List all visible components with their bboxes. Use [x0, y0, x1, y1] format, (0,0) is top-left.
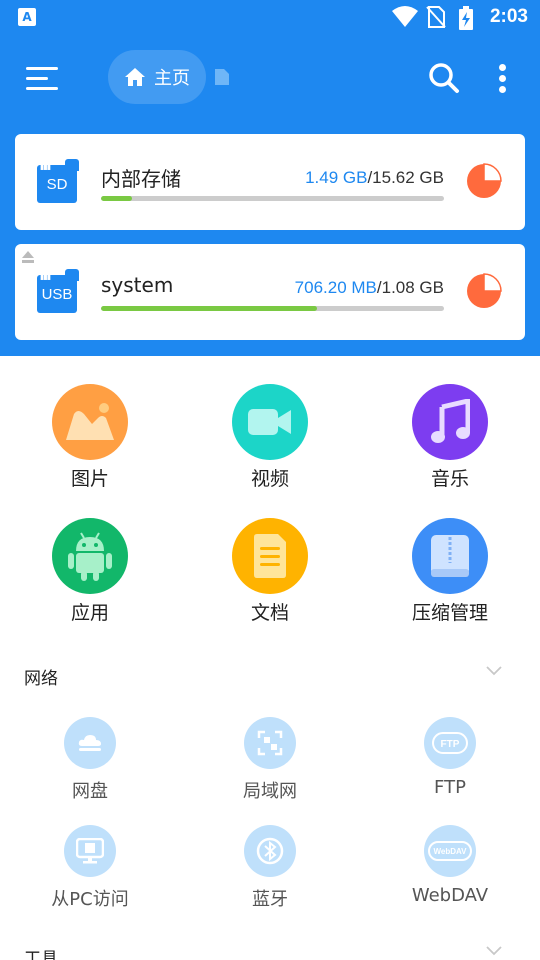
net-icon-bg: WebDAV — [424, 825, 476, 877]
chevron-down-icon[interactable] — [486, 666, 502, 676]
storage-total: 1.08 GB — [381, 278, 444, 297]
usb-drive-icon: USB ▮▮▮ — [37, 269, 79, 313]
category-label: 应用 — [70, 602, 109, 624]
image-icon — [66, 403, 114, 440]
ftp-icon: FTP — [432, 732, 468, 754]
document-icon — [254, 534, 286, 578]
more-options-button[interactable] — [494, 62, 512, 94]
home-icon — [125, 68, 145, 86]
ftp-badge-text: FTP — [441, 739, 460, 750]
storage-usage: 1.49 GB/15.62 GB — [305, 168, 444, 188]
lan-icon — [257, 730, 283, 756]
sd-card-icon: SD ▮▮▮ — [37, 159, 79, 203]
music-note-icon — [431, 399, 470, 443]
category-icon-bg — [232, 518, 308, 594]
storage-name: 内部存储 — [101, 167, 181, 191]
more-vert-icon-dot — [499, 75, 506, 82]
section-title: 工具 — [24, 949, 58, 960]
status-bar: A 2:03 — [0, 0, 540, 36]
wifi-icon — [392, 6, 418, 27]
storage-progress-fill — [101, 196, 132, 201]
category-apps[interactable]: 应用 — [30, 518, 150, 625]
tools-section-header[interactable]: 工具 — [0, 936, 540, 960]
network-lan[interactable]: 局域网 — [190, 717, 350, 803]
category-archives[interactable]: 压缩管理 — [390, 518, 510, 625]
category-icon-bg — [52, 518, 128, 594]
net-label: FTP — [434, 777, 466, 798]
menu-icon-line — [26, 77, 48, 80]
menu-button[interactable] — [26, 64, 60, 94]
webdav-badge-text: WebDAV — [433, 847, 467, 856]
menu-icon — [26, 67, 58, 70]
storage-progress-fill — [101, 306, 318, 311]
usage-pie-icon — [467, 163, 502, 198]
battery-charging-icon — [459, 6, 473, 30]
usb-drive-icon-pins: ▮▮▮ — [40, 272, 51, 281]
menu-icon-line — [26, 87, 58, 90]
category-label: 压缩管理 — [411, 602, 488, 624]
home-label: 主页 — [154, 68, 190, 89]
storage-used: 1.49 GB — [305, 168, 368, 187]
home-breadcrumb[interactable]: 主页 — [108, 50, 206, 104]
usage-pie-icon — [467, 273, 502, 308]
storage-name: system — [101, 273, 174, 297]
category-icon-bg — [232, 384, 308, 460]
category-label: 图片 — [70, 468, 109, 490]
net-label: 从PC访问 — [51, 889, 129, 910]
webdav-icon: WebDAV — [428, 841, 472, 861]
video-camera-icon — [248, 409, 291, 435]
network-ftp[interactable]: FTP FTP — [370, 717, 530, 798]
no-sim-icon — [426, 6, 446, 28]
net-icon-bg — [64, 717, 116, 769]
sd-card-icon-pins: ▮▮▮ — [40, 162, 51, 171]
eject-icon[interactable] — [21, 250, 35, 264]
category-label: 文档 — [250, 602, 289, 624]
network-section-header[interactable]: 网络 — [0, 656, 540, 696]
storage-total: 15.62 GB — [372, 168, 444, 187]
network-cloud-drive[interactable]: 网盘 — [10, 717, 170, 803]
category-icon-bg — [412, 384, 488, 460]
cloud-icon — [78, 735, 101, 751]
app-bar: 主页 — [0, 36, 540, 120]
network-webdav[interactable]: WebDAV WebDAV — [370, 825, 530, 906]
category-videos[interactable]: 视频 — [210, 384, 330, 491]
bluetooth-icon — [256, 837, 284, 865]
net-icon-bg: FTP — [424, 717, 476, 769]
storage-progress-bar — [101, 306, 444, 311]
net-label: 网盘 — [72, 781, 108, 802]
net-icon-bg — [64, 825, 116, 877]
net-label: 局域网 — [243, 781, 297, 802]
archive-icon — [431, 535, 469, 577]
more-vert-icon — [499, 64, 506, 71]
category-label: 视频 — [250, 468, 289, 490]
section-title: 网络 — [24, 669, 58, 689]
storage-progress-bar — [101, 196, 444, 201]
storage-card-internal[interactable]: SD ▮▮▮ 内部存储 1.49 GB/15.62 GB — [15, 134, 525, 230]
monitor-icon — [76, 838, 104, 864]
android-icon — [68, 532, 112, 581]
storage-usage: 706.20 MB/1.08 GB — [295, 278, 444, 298]
network-bluetooth[interactable]: 蓝牙 — [190, 825, 350, 911]
storage-card-system[interactable]: USB ▮▮▮ system 706.20 MB/1.08 GB — [15, 244, 525, 340]
app-notification-icon: A — [18, 8, 36, 26]
net-icon-bg — [244, 717, 296, 769]
status-time: 2:03 — [489, 6, 528, 27]
category-music[interactable]: 音乐 — [390, 384, 510, 491]
more-vert-icon-dot — [499, 86, 506, 93]
search-icon[interactable] — [428, 62, 460, 94]
document-icon[interactable] — [214, 68, 230, 86]
net-icon-bg — [244, 825, 296, 877]
net-label: WebDAV — [411, 885, 489, 906]
category-label: 音乐 — [430, 468, 469, 490]
category-icon-bg — [412, 518, 488, 594]
net-label: 蓝牙 — [252, 889, 288, 910]
category-images[interactable]: 图片 — [30, 384, 150, 491]
storage-used: 706.20 MB — [294, 278, 377, 297]
network-pc-access[interactable]: 从PC访问 — [10, 825, 170, 911]
category-icon-bg — [52, 384, 128, 460]
category-documents[interactable]: 文档 — [210, 518, 330, 625]
header-area: A 2:03 主页 SD ▮▮▮ 内部存储 1.49 GB/15.62 GB U… — [0, 0, 540, 356]
chevron-down-icon[interactable] — [486, 946, 502, 956]
